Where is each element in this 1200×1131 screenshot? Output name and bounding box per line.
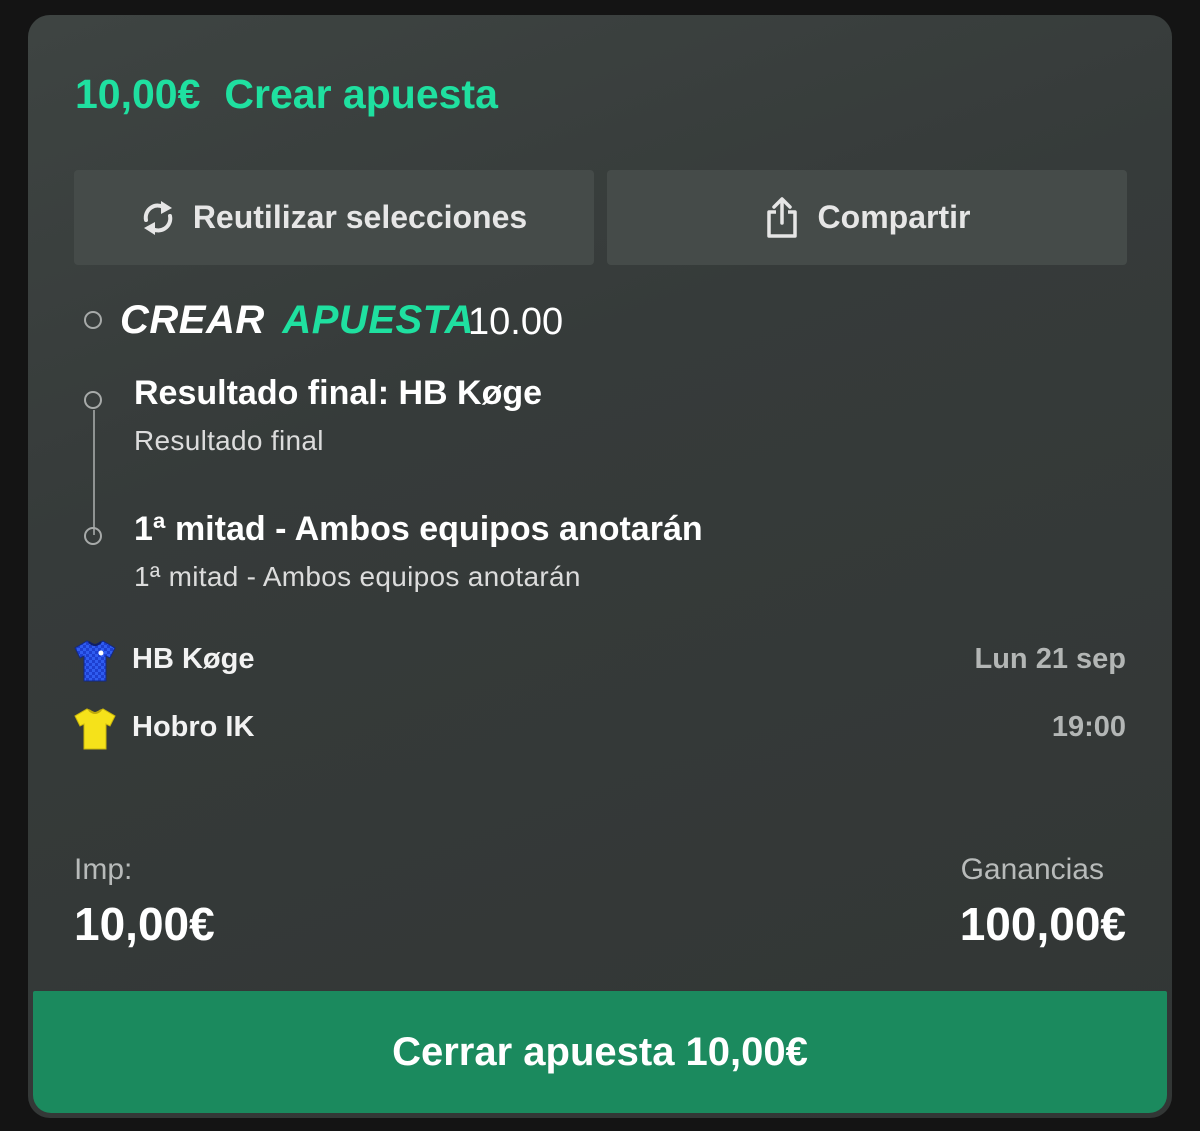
match-time: 19:00 [1051,711,1126,743]
reuse-selections-label: Reutilizar selecciones [192,199,528,235]
bet-builder-dot [84,311,102,329]
timeline-line [93,410,95,535]
share-label: Compartir [817,199,971,235]
selection-subtitle: 1ª mitad - Ambos equipos anotarán [134,561,581,592]
selection-title: 1ª mitad - Ambos equipos anotarán [134,510,703,548]
stake-label: Imp: [74,853,133,886]
bet-card: 10,00€ Crear apuesta Reutilizar seleccion… [28,15,1172,1118]
winnings-value: 100,00€ [959,898,1126,950]
bet-builder-title-word1: CREAR [120,298,265,342]
reuse-selections-button[interactable]: Reutilizar selecciones [74,170,594,265]
share-icon [766,196,797,238]
share-button[interactable]: Compartir [607,170,1127,265]
bet-builder-title-word2: APUESTA [282,298,475,342]
selection-title: Resultado final: HB Køge [134,374,543,412]
header-title: Crear apuesta [224,71,498,117]
refresh-icon [143,200,173,235]
cashout-button[interactable]: Cerrar apuesta 10,00€ [33,991,1167,1113]
team-name: HB Køge [132,643,255,675]
selection-subtitle: Resultado final [134,425,324,456]
header-amount: 10,00€ [75,71,201,117]
bet-builder-odds: 10.00 [468,301,564,343]
stake-value: 10,00€ [74,898,215,950]
selection-dot [84,527,102,545]
team-row-away: Hobro IK 19:00 [74,707,1126,751]
match-date: Lun 21 sep [974,643,1127,675]
team-name: Hobro IK [132,711,255,743]
home-shirt-icon [74,640,116,682]
winnings-label: Ganancias [960,853,1104,886]
team-row-home: HB Køge Lun 21 sep [74,639,1126,683]
bet-builder-title: CREAR APUESTA [120,298,474,343]
bet-header: 10,00€ Crear apuesta [75,71,498,118]
away-shirt-icon [74,708,116,750]
selection-dot [84,391,102,409]
